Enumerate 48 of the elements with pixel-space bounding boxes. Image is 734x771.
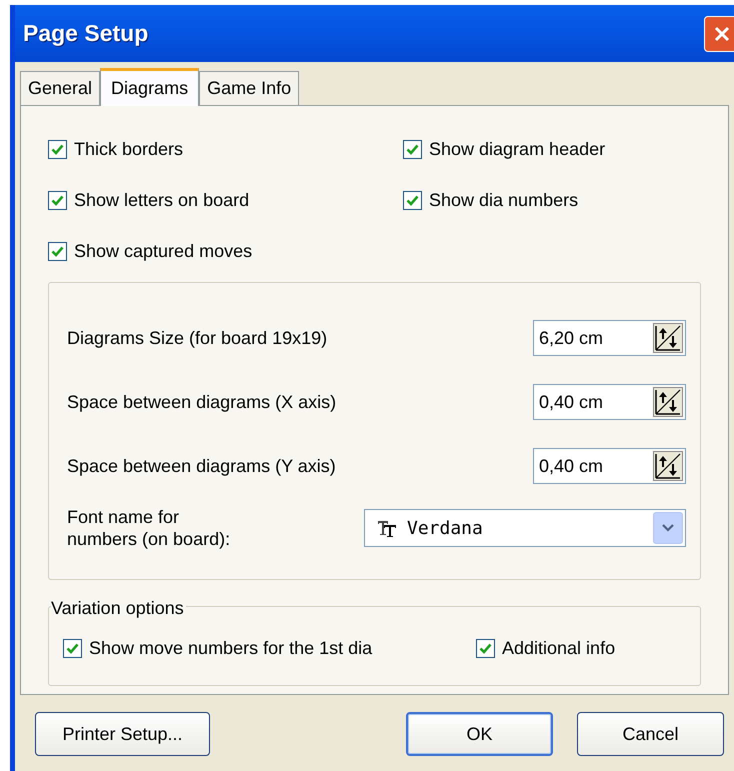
spin-field[interactable]: 0,40 cm — [533, 384, 686, 420]
checkmark-icon — [66, 643, 79, 654]
close-icon — [713, 24, 731, 42]
checkbox[interactable] — [48, 140, 67, 159]
checkmark-icon — [406, 144, 419, 155]
checkbox-label: Show captured moves — [74, 240, 252, 263]
checkmark-icon — [51, 195, 64, 206]
field-value: 6,20 cm — [539, 326, 604, 350]
spin-field[interactable]: 6,20 cm — [533, 320, 686, 356]
checkbox[interactable] — [48, 191, 67, 210]
spin-arrows-icon[interactable] — [653, 387, 683, 417]
dialog-button[interactable]: OK — [406, 712, 553, 756]
tab[interactable]: Diagrams — [100, 68, 200, 106]
dialog-button[interactable]: Printer Setup... — [35, 712, 210, 756]
checkbox[interactable] — [48, 242, 67, 261]
checkbox[interactable] — [403, 140, 422, 159]
checkbox[interactable] — [63, 639, 82, 658]
field-value: 0,40 cm — [539, 390, 604, 414]
checkbox[interactable] — [476, 639, 495, 658]
checkbox[interactable] — [403, 191, 422, 210]
checkbox-label: Thick borders — [74, 138, 184, 161]
spin-arrows-icon[interactable] — [653, 323, 683, 353]
checkmark-icon — [479, 643, 492, 654]
window-title: Page Setup — [23, 19, 148, 48]
checkmark-icon — [51, 246, 64, 257]
checkmark-icon — [406, 195, 419, 206]
field-value: 0,40 cm — [539, 454, 604, 478]
setting-label: Font name for numbers (on board): — [67, 506, 232, 550]
checkbox-label: Show diagram header — [429, 138, 606, 161]
field-value: Verdana — [407, 516, 483, 540]
spin-arrows-icon[interactable] — [653, 451, 683, 481]
checkbox-label: Show letters on board — [74, 189, 250, 212]
tab[interactable]: Game Info — [199, 71, 300, 105]
spin-field[interactable]: 0,40 cm — [533, 448, 686, 484]
setting-label: Space between diagrams (Y axis) — [67, 454, 336, 478]
checkbox-label: Show dia numbers — [429, 189, 578, 212]
tab[interactable]: General — [20, 71, 100, 105]
setting-label: Space between diagrams (X axis) — [67, 390, 336, 414]
dialog-button[interactable]: Cancel — [577, 712, 724, 756]
setting-label: Diagrams Size (for board 19x19) — [67, 326, 328, 350]
dropdown-button[interactable] — [653, 512, 683, 544]
checkmark-icon — [51, 144, 64, 155]
checkbox-label: Additional info — [502, 637, 616, 660]
checkbox-label: Show move numbers for the 1st dia — [89, 637, 372, 660]
chevron-down-icon — [662, 524, 674, 532]
close-button[interactable] — [704, 16, 734, 52]
font-dropdown[interactable]: Verdana — [364, 509, 686, 547]
truetype-font-icon — [377, 519, 397, 537]
